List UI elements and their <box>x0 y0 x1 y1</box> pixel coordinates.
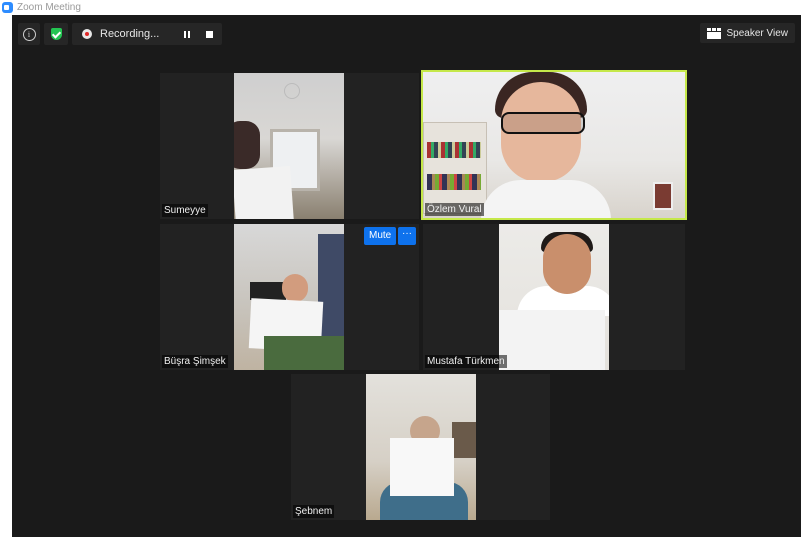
encryption-button[interactable] <box>44 23 68 45</box>
recording-label: Recording... <box>100 28 160 40</box>
participant-video <box>499 224 609 370</box>
mute-button[interactable]: Mute <box>364 227 397 245</box>
participant-tile[interactable]: Mute ··· Büşra Şimşek <box>160 224 419 370</box>
participant-tile[interactable]: Mustafa Türkmen <box>423 224 685 370</box>
title-bar: Zoom Meeting <box>0 0 801 15</box>
more-options-button[interactable]: ··· <box>398 227 416 245</box>
participant-tile-active-speaker[interactable]: Özlem Vural <box>421 70 687 220</box>
meeting-toolbar: i Recording... <box>18 23 222 45</box>
participant-tile[interactable]: Şebnem <box>291 374 550 520</box>
participant-name: Sumeyye <box>162 204 208 217</box>
meeting-area: i Recording... Speaker View Sumeyye Özle… <box>12 15 801 537</box>
participant-video <box>366 374 476 520</box>
participant-name: Özlem Vural <box>425 203 484 216</box>
speaker-view-button[interactable]: Speaker View <box>700 23 795 43</box>
participant-name: Şebnem <box>293 505 335 518</box>
recording-indicator: Recording... <box>72 23 222 45</box>
participant-name: Mustafa Türkmen <box>425 355 507 368</box>
participant-tile[interactable]: Sumeyye <box>160 73 419 219</box>
stop-recording-button[interactable] <box>202 27 216 41</box>
record-icon <box>82 29 92 39</box>
participant-video <box>234 73 344 219</box>
pause-recording-button[interactable] <box>180 27 194 41</box>
info-icon: i <box>22 27 36 41</box>
speaker-view-label: Speaker View <box>726 27 788 39</box>
participant-video <box>423 72 685 218</box>
participant-video <box>234 224 344 370</box>
participant-name: Büşra Şimşek <box>162 355 228 368</box>
shield-check-icon <box>50 28 62 40</box>
zoom-app-icon <box>2 2 13 13</box>
window-title: Zoom Meeting <box>17 2 81 13</box>
speaker-view-icon <box>707 27 722 39</box>
meeting-info-button[interactable]: i <box>18 23 40 45</box>
